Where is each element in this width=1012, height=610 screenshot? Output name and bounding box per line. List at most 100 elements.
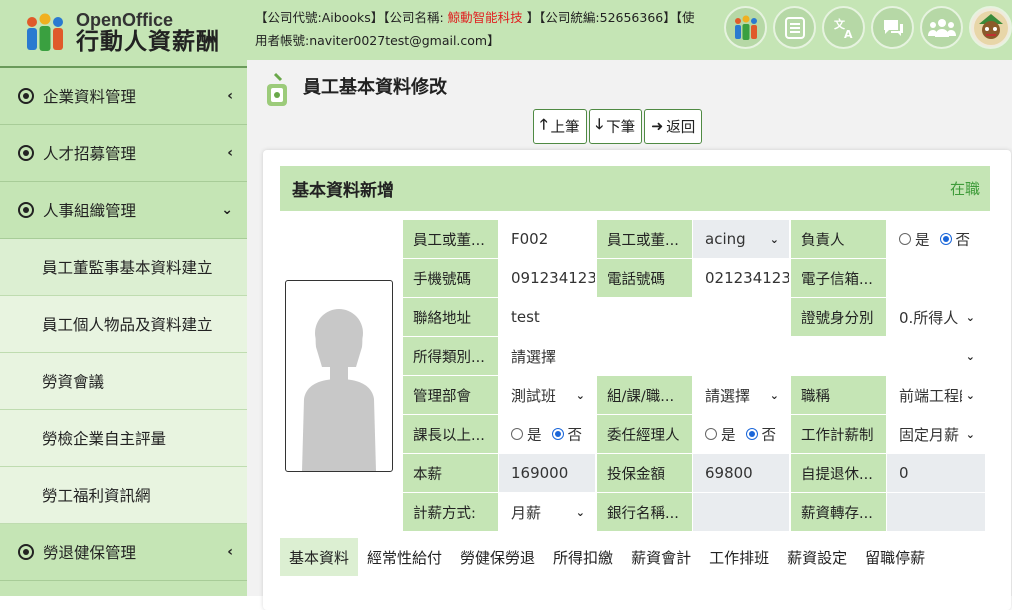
chevron-left-icon: ‹ [227,145,233,161]
income-type-select[interactable]: 請選擇 ⌄ [499,337,985,375]
label-pay-method: 計薪方式: [403,493,498,531]
mobile-field[interactable]: 0912341234 [499,259,595,297]
pay-method-select[interactable]: 月薪 ⌄ [499,493,595,531]
tab-unpaid-leave[interactable]: 留職停薪 [856,538,934,576]
top-bar: 【公司代號:Aibooks】【公司名稱: 鯨動智能科技 】【公司統編:52656… [247,0,1012,60]
chevron-down-icon: ⌄ [965,310,975,324]
logo-title-en: OpenOffice [76,10,174,31]
employee-name-select[interactable]: acing ⌄ [693,220,789,258]
radio-yes[interactable] [511,428,523,440]
circle-arrow-right-icon: ➜ [651,118,664,135]
tab-scheduling[interactable]: 工作排班 [700,538,778,576]
chevron-down-icon: ⌄ [965,349,975,363]
tab-tax[interactable]: 所得扣繳 [544,538,622,576]
company-info: 【公司代號:Aibooks】【公司名稱: 鯨動智能科技 】【公司統編:52656… [255,10,695,48]
radio-no[interactable] [745,428,758,440]
status-badge: 在職 [949,180,980,198]
chevron-left-icon: ‹ [227,544,233,560]
prev-button[interactable]: 🡑 上筆 [533,109,587,144]
sidebar-item-recruitment[interactable]: 人才招募管理 ‹ [0,125,247,182]
radio-no[interactable] [939,233,952,245]
chat-icon[interactable] [871,6,914,49]
radio-no[interactable] [551,428,564,440]
id-type-select[interactable]: 0.所得人 ⌄ [887,298,985,336]
company-tax-id: 【公司統編:52656366】【使 [539,10,695,25]
label-salary-deposit: 薪資轉存... [791,493,886,531]
phone-field[interactable]: 0212341234 [693,259,789,297]
tab-regular-pay[interactable]: 經常性給付 [358,538,451,576]
arrow-up-icon: 🡑 [540,117,548,133]
company-name: 鯨動智能科技 [447,10,523,25]
chevron-down-icon: ⌄ [575,505,585,519]
user-avatar[interactable] [969,6,1012,49]
chevron-down-icon: ⌄ [221,202,233,218]
next-button[interactable]: 🡓 下筆 [588,109,643,144]
radio-dot-icon [18,544,34,560]
card-title: 基本資料新增 [292,181,394,201]
label-manager-level: 課長以上... [403,415,498,453]
tab-basic-info[interactable]: 基本資料 [280,538,359,576]
pay-system-select[interactable]: 固定月薪 ⌄ [887,415,985,453]
label-income-type: 所得類別... [403,337,498,375]
bank-name-field[interactable] [693,493,789,531]
radio-dot-icon [18,202,34,218]
label-insured-amount: 投保金額 [597,454,692,492]
label-mobile: 手機號碼 [403,259,498,297]
back-button[interactable]: ➜ 返回 [644,109,703,144]
tab-accounting[interactable]: 薪資會計 [622,538,700,576]
label-email: 電子信箱... [791,259,886,297]
arrow-down-icon: 🡓 [595,117,604,133]
email-field[interactable] [887,259,985,297]
svg-text:A: A [844,28,853,40]
label-phone: 電話號碼 [597,259,692,297]
people-logo-icon [22,13,68,53]
radio-dot-icon [18,145,34,161]
chevron-down-icon: ⌄ [965,427,975,441]
radio-yes[interactable] [899,233,911,245]
label-appointed-manager: 委任經理人 [597,415,692,453]
chevron-left-icon: ‹ [227,88,233,104]
tab-salary-settings[interactable]: 薪資設定 [778,538,856,576]
sidebar-subitem-labor-meeting[interactable]: 勞資會議 [0,353,247,410]
label-address: 聯絡地址 [403,298,498,336]
employee-form-card: 基本資料新增 在職 員工或董... F002 員工或董... acing ⌄ 負責… [263,150,1011,610]
page-title: 員工基本資料修改 [303,77,447,98]
responsible-radio-group: 是 否 [887,220,985,258]
label-bank-name: 銀行名稱... [597,493,692,531]
insured-amount-field[interactable]: 69800 [693,454,789,492]
translate-icon[interactable]: 文A [822,6,865,49]
sidebar-item-insurance[interactable]: 勞退健保管理 ‹ [0,524,247,581]
employee-photo[interactable] [285,280,393,472]
appointed-manager-radio-group: 是 否 [693,415,789,453]
chevron-down-icon: ⌄ [769,388,779,402]
salary-deposit-field[interactable] [887,493,985,531]
card-header: 基本資料新增 在職 [280,166,990,211]
sidebar-subitem-employee-items[interactable]: 員工個人物品及資料建立 [0,296,247,353]
tab-insurance[interactable]: 勞健保勞退 [451,538,544,576]
radio-yes[interactable] [705,428,717,440]
user-account: 用者帳號:naviter0027test@gmail.com】 [255,33,500,48]
pension-field[interactable]: 0 [887,454,985,492]
sidebar-item-enterprise[interactable]: 企業資料管理 ‹ [0,68,247,125]
list-icon[interactable] [773,6,816,49]
sidebar-subitem-labor-inspection[interactable]: 勞檢企業自主評量 [0,410,247,467]
department-select[interactable]: 測試班 ⌄ [499,376,595,414]
label-employee-name: 員工或董... [597,220,692,258]
label-pension: 自提退休... [791,454,886,492]
label-job-title: 職稱 [791,376,886,414]
sidebar-item-personnel[interactable]: 人事組織管理 ⌄ [0,182,247,239]
job-title-select[interactable]: 前端工程師⌄ [887,376,985,414]
logo-title-zh: 行動人資薪酬 [76,29,220,56]
sidebar-subitem-welfare[interactable]: 勞工福利資訊網 [0,467,247,524]
label-employee-id: 員工或董... [403,220,498,258]
people-icon[interactable] [724,6,767,49]
chevron-down-icon: ⌄ [965,388,975,402]
employee-id-field[interactable]: F002 [499,220,595,258]
app-logo[interactable]: OpenOffice 行動人資薪酬 [0,0,247,68]
group-icon[interactable] [920,6,963,49]
address-field[interactable]: test [499,298,789,336]
label-pay-system: 工作計薪制 [791,415,886,453]
division-select[interactable]: 請選擇 ⌄ [693,376,789,414]
sidebar-subitem-employee-basic[interactable]: 員工董監事基本資料建立 [0,239,247,296]
base-salary-field[interactable]: 169000 [499,454,595,492]
